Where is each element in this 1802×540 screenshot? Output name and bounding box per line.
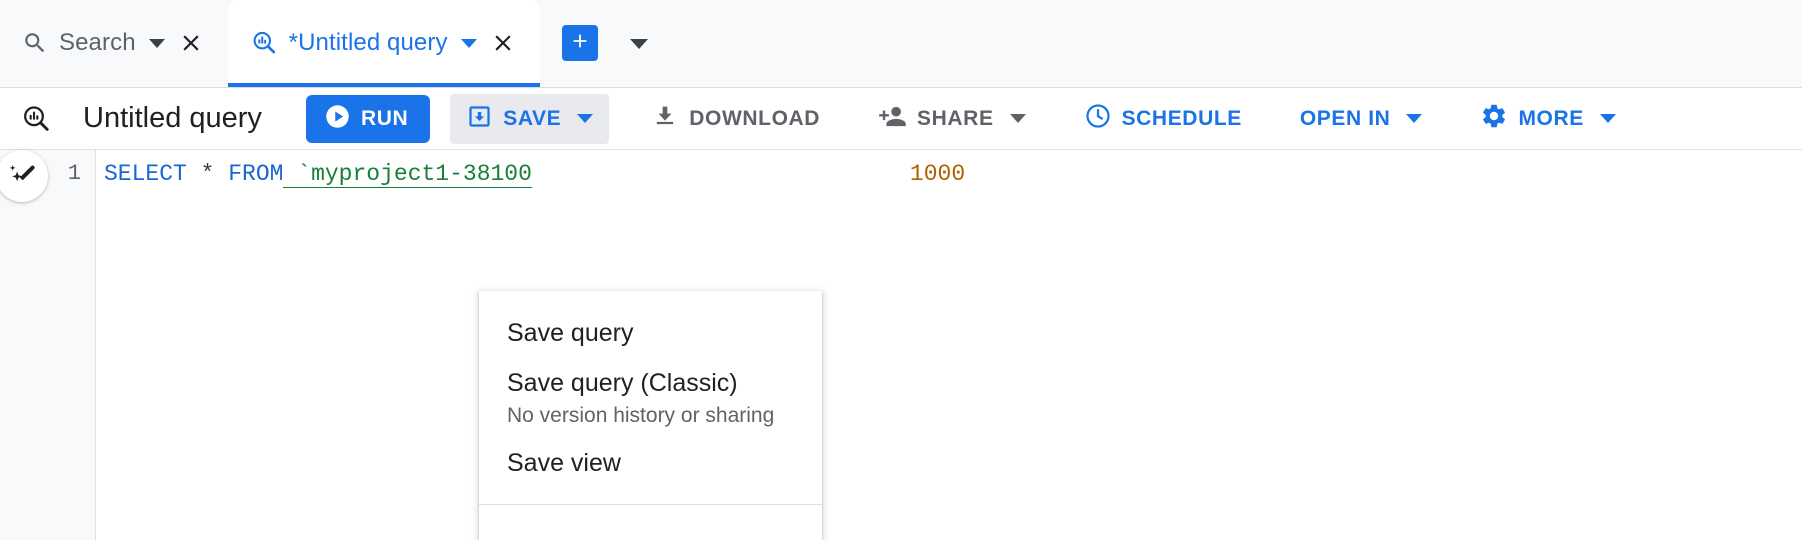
person-add-icon: [878, 102, 907, 136]
close-icon[interactable]: [176, 28, 206, 58]
save-download-icon: [466, 103, 493, 135]
save-button-label: SAVE: [503, 106, 562, 130]
sql-keyword-from: FROM: [228, 161, 284, 187]
editor-gutter: 1: [0, 150, 96, 540]
clock-icon: [1084, 102, 1112, 135]
menu-item-subtitle: No version history or sharing: [507, 404, 775, 427]
sql-star: *: [186, 161, 229, 187]
chevron-down-icon[interactable]: [1406, 114, 1423, 123]
download-icon: [651, 102, 679, 135]
query-icon: [14, 103, 58, 135]
open-in-button-label: OPEN IN: [1299, 106, 1391, 130]
gear-icon: [1480, 102, 1508, 135]
plus-icon: [569, 30, 591, 57]
download-button-label: DOWNLOAD: [689, 106, 821, 130]
tab-search-label: Search: [59, 29, 136, 56]
sql-table-reference: `myproject1-38100: [283, 161, 532, 188]
menu-item-save-query[interactable]: Save query: [479, 309, 822, 359]
play-circle-icon: [324, 103, 351, 135]
chevron-down-icon[interactable]: [460, 38, 477, 48]
new-tab-button[interactable]: [561, 25, 598, 61]
chevron-down-icon[interactable]: [1009, 114, 1026, 123]
sql-code[interactable]: SELECT * FROM `myproject1-38100 1000: [96, 150, 1802, 540]
line-number: 1: [67, 161, 81, 186]
schedule-button-label: SCHEDULE: [1121, 106, 1242, 130]
run-button[interactable]: RUN: [305, 94, 431, 143]
menu-item-save-as[interactable]: Save as...: [479, 531, 822, 540]
save-menu-footer-group: Save as...: [479, 505, 822, 540]
magic-wand-icon[interactable]: [0, 150, 48, 202]
download-button[interactable]: DOWNLOAD: [635, 96, 836, 142]
menu-item-label: Save query (Classic): [507, 368, 738, 397]
save-dropdown-menu: Save query Save query (Classic) No versi…: [479, 291, 822, 540]
sql-keyword-select: SELECT: [104, 161, 187, 187]
query-toolbar: Untitled query RUN SAVE DOWNLOAD SHARE S…: [0, 88, 1802, 150]
chevron-down-icon[interactable]: [1599, 114, 1616, 123]
close-icon[interactable]: [488, 28, 518, 58]
open-in-button[interactable]: OPEN IN: [1284, 96, 1439, 142]
menu-item-label: Save query: [507, 319, 634, 347]
search-icon: [22, 30, 48, 56]
schedule-button[interactable]: SCHEDULE: [1068, 96, 1258, 142]
tab-overflow-chevron-down-icon[interactable]: [629, 39, 648, 49]
query-editor: 1 SELECT * FROM `myproject1-38100 1000 Sa…: [0, 150, 1802, 540]
tab-untitled-query[interactable]: *Untitled query: [227, 0, 540, 87]
sql-limit-value: 1000: [909, 161, 966, 187]
share-button[interactable]: SHARE: [862, 96, 1042, 142]
tab-untitled-query-label: *Untitled query: [288, 29, 448, 56]
menu-item-save-query-classic[interactable]: Save query (Classic) No version history …: [479, 359, 822, 439]
tab-search[interactable]: Search: [0, 0, 228, 87]
chevron-down-icon[interactable]: [148, 38, 165, 48]
chevron-down-icon[interactable]: [577, 114, 594, 123]
share-button-label: SHARE: [917, 106, 994, 130]
menu-item-label: Save view: [507, 448, 621, 477]
run-button-label: RUN: [360, 106, 409, 130]
menu-item-save-view[interactable]: Save view: [479, 439, 822, 489]
more-button[interactable]: MORE: [1464, 96, 1631, 142]
tab-strip: Search *Untitled query: [0, 0, 1802, 88]
save-button[interactable]: SAVE: [450, 93, 610, 144]
page-title: Untitled query: [83, 102, 262, 134]
query-icon: [250, 29, 278, 57]
save-menu-primary-group: Save query Save query (Classic) No versi…: [479, 301, 822, 504]
more-button-label: MORE: [1518, 106, 1584, 130]
